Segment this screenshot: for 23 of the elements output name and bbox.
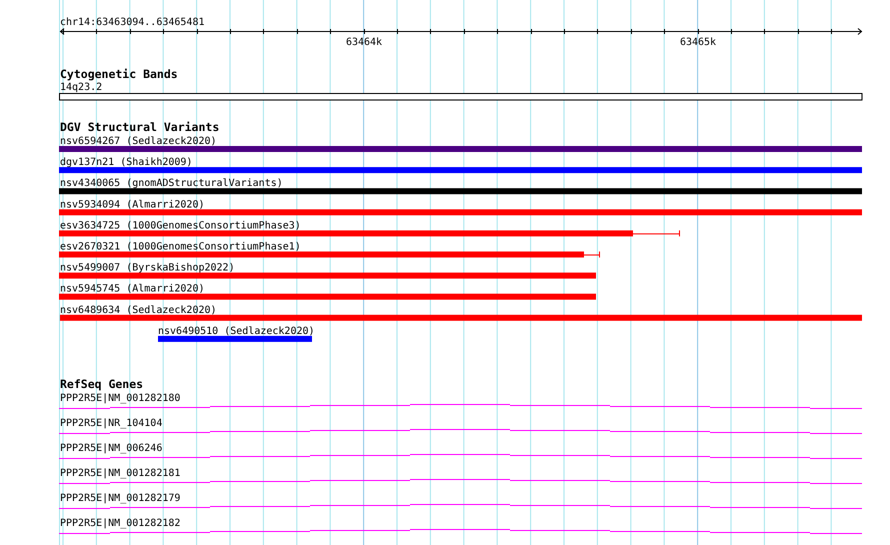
track-title: RefSeq Genes <box>60 377 144 391</box>
region-label: chr14:63463094..63465481 <box>60 17 204 28</box>
ruler-tick-label: 63465k <box>680 37 716 48</box>
gene-label: PPP2R5E|NR_104104 <box>60 418 162 429</box>
variant-label: nsv6594267 (Sedlazeck2020) <box>60 136 217 147</box>
gene-label: PPP2R5E|NM_001282181 <box>60 468 180 479</box>
variant-label: nsv5945745 (Almarri2020) <box>60 284 204 295</box>
gene-label: PPP2R5E|NM_001282182 <box>60 518 180 529</box>
track-title: DGV Structural Variants <box>60 120 220 134</box>
band-label: 14q23.2 <box>60 82 102 93</box>
gene-label: PPP2R5E|NM_001282179 <box>60 493 180 504</box>
track-title: Cytogenetic Bands <box>60 67 178 81</box>
gene-label: PPP2R5E|NM_006246 <box>60 443 162 454</box>
variant-label: dgv137n21 (Shaikh2009) <box>60 157 192 168</box>
variant-label: nsv5499007 (ByrskaBishop2022) <box>60 262 235 274</box>
variant-label: esv2670321 (1000GenomesConsortiumPhase1) <box>60 242 301 252</box>
variant-label: nsv4340065 (gnomADStructuralVariants) <box>60 178 283 190</box>
variant-label: esv3634725 (1000GenomesConsortiumPhase3) <box>60 220 301 232</box>
variant-label: nsv6489634 (Sedlazeck2020) <box>60 304 217 316</box>
gene-label: PPP2R5E|NM_001282180 <box>60 393 180 404</box>
variant-label: nsv5934094 (Almarri2020) <box>60 199 204 210</box>
variant-label: nsv6490510 (Sedlazeck2020) <box>158 326 315 337</box>
ruler-tick-label: 63464k <box>346 37 382 48</box>
